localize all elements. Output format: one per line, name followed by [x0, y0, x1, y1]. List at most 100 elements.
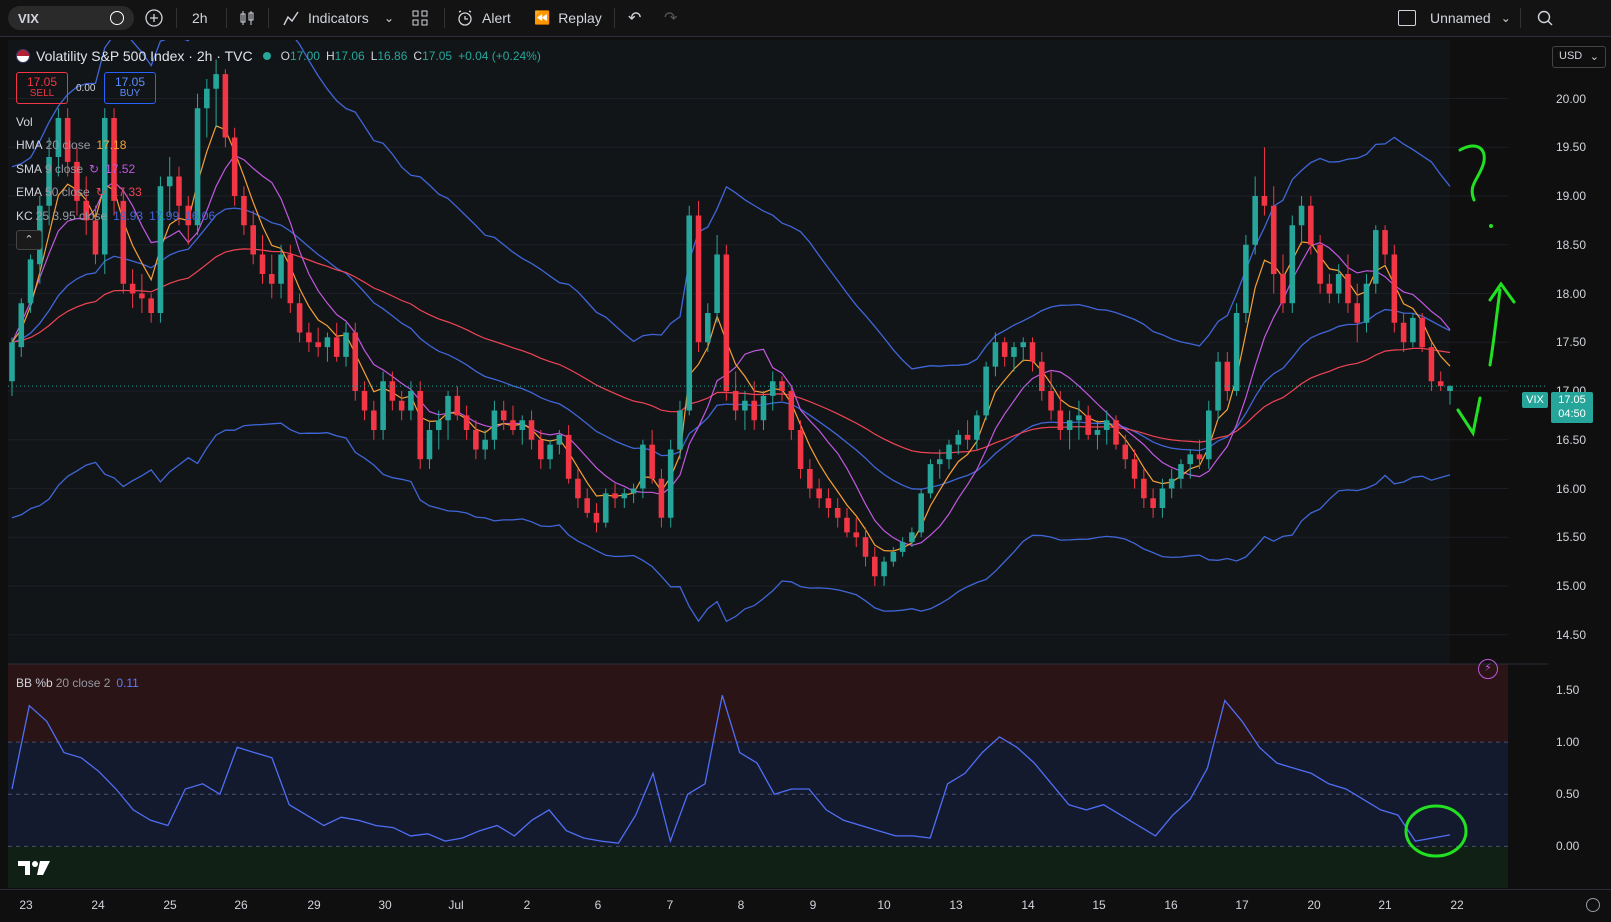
time-tick-label: 10 [877, 898, 891, 912]
time-axis[interactable]: 23 24 25 26 29 30 Jul 2 6 7 8 9 10 13 14 15 16 17 20 21 22 [0, 889, 1611, 922]
rewind-icon: ⏪ [534, 10, 551, 25]
candle-body [834, 508, 841, 518]
chevron-down-icon: ⌄ [1589, 51, 1599, 63]
candle-body [974, 415, 980, 440]
candle-body [1382, 230, 1388, 255]
redo-icon[interactable]: ↷ [664, 6, 677, 30]
hma-legend[interactable]: HMA 20 close 17.18 [16, 138, 126, 152]
compare-plus-icon[interactable] [144, 6, 164, 30]
layouts-grid-icon[interactable] [412, 6, 428, 30]
price-tick-label: 16.50 [1556, 432, 1587, 447]
candle-body [1141, 478, 1147, 499]
replay-button[interactable]: ⏪ Replay [534, 6, 602, 30]
volume-label: Vol [16, 115, 33, 129]
candle-body [500, 410, 507, 421]
candle-body [139, 293, 145, 299]
divider [268, 8, 269, 28]
bb-overbought-zone [8, 664, 1508, 743]
symbol-search[interactable]: VIX [8, 6, 134, 30]
bb-tick-label: 1.00 [1556, 735, 1580, 750]
bb-tick-label: 0.00 [1556, 839, 1580, 854]
candle-body [1206, 410, 1212, 460]
candle-body [1419, 317, 1425, 348]
candle-body [1131, 459, 1138, 479]
candle-body [621, 493, 628, 499]
kc-middle-value: 17.99 [149, 209, 180, 223]
quick-search-icon[interactable] [1536, 6, 1554, 30]
candle-body [306, 332, 312, 343]
ema-legend[interactable]: EMA 50 close ↻ 17.33 [16, 185, 142, 199]
price-tick-label: 20.00 [1556, 91, 1587, 106]
candle-body [1345, 274, 1351, 304]
annotation-check-mark [1456, 396, 1482, 437]
candle-body [1391, 254, 1398, 323]
currency-selector[interactable]: USD ⌄ [1552, 46, 1606, 68]
hma-value: 17.18 [96, 138, 127, 152]
candle-body [1224, 361, 1231, 391]
tradingview-logo [18, 858, 50, 882]
sma-legend[interactable]: SMA 9 close ↻ 17.52 [16, 162, 135, 176]
lightning-icon[interactable]: ⚡ [1478, 659, 1498, 679]
chevron-down-icon[interactable]: ⌄ [384, 6, 394, 30]
layout-name-button[interactable]: Unnamed ⌄ [1430, 6, 1511, 30]
candle-body [510, 420, 516, 430]
currency-label: USD [1559, 50, 1583, 62]
divider [1520, 8, 1521, 28]
candle-body [222, 74, 229, 138]
candle-body [1428, 347, 1435, 382]
candle-body [1243, 244, 1249, 313]
symbol-title[interactable]: Volatility S&P 500 Index · 2h · TVC [36, 48, 253, 64]
candle-body [1159, 488, 1166, 508]
candle-body [1150, 498, 1156, 508]
candle-body [1289, 225, 1296, 304]
candle-body [909, 532, 915, 543]
time-tick-label: 16 [1164, 898, 1178, 912]
volume-legend[interactable]: Vol [16, 115, 33, 129]
ohlc-high-value: 17.06 [334, 49, 365, 63]
candle-body [918, 493, 924, 533]
indicators-button[interactable]: Indicators [282, 6, 369, 30]
candle-body [491, 410, 498, 440]
candle-body [519, 420, 526, 430]
buy-button[interactable]: 17.05 BUY [104, 72, 156, 104]
divider [176, 8, 177, 28]
candle-body [575, 478, 581, 499]
undo-icon[interactable]: ↶ [628, 6, 641, 30]
candles-icon[interactable] [238, 6, 256, 30]
candle-body [667, 449, 674, 518]
price-tag-symbol: VIX [1526, 394, 1544, 406]
alert-button[interactable]: Alert [456, 6, 511, 30]
candle-body [463, 415, 470, 430]
candle-body [1233, 313, 1240, 391]
bb-percent-legend[interactable]: BB %b 20 close 2 0.11 [16, 676, 139, 690]
candle-body [157, 186, 164, 313]
time-tick-label: 25 [163, 898, 177, 912]
candle-body [1039, 361, 1045, 391]
kc-legend[interactable]: KC 25 3.95 close 19.93 17.99 16.06 [16, 209, 215, 223]
candle-body [398, 400, 405, 411]
candle-body [333, 337, 340, 357]
candle-body [1447, 386, 1453, 391]
loading-spinner-icon: ↻ [89, 162, 100, 176]
candle-body [1066, 420, 1073, 430]
last-price-label: 17.05 04:50 [1551, 392, 1593, 423]
interval-button[interactable]: 2h [192, 6, 208, 30]
candle-body [315, 342, 321, 348]
price-chart[interactable] [8, 0, 1548, 890]
price-axis[interactable]: USD ⌄ 20.00 19.50 19.00 18.50 18.00 17.50 17.0… [1548, 40, 1611, 890]
loading-spinner-icon: ↻ [95, 185, 106, 199]
chart-area[interactable] [8, 0, 1548, 890]
divider [226, 8, 227, 28]
candle-body [695, 215, 702, 343]
candle-body [630, 488, 637, 494]
collapse-legend-button[interactable]: ⌃ [16, 230, 42, 250]
candle-body [964, 434, 971, 440]
sell-button[interactable]: 17.05 SELL [16, 72, 68, 104]
layout-checkbox-icon[interactable] [1398, 6, 1416, 30]
spread-value: 0.00 [76, 83, 96, 94]
settings-gear-icon[interactable] [1586, 898, 1600, 912]
candle-body [250, 225, 256, 255]
candle-body [844, 517, 850, 533]
time-tick-label: 14 [1021, 898, 1035, 912]
time-tick-label: 6 [594, 898, 602, 912]
